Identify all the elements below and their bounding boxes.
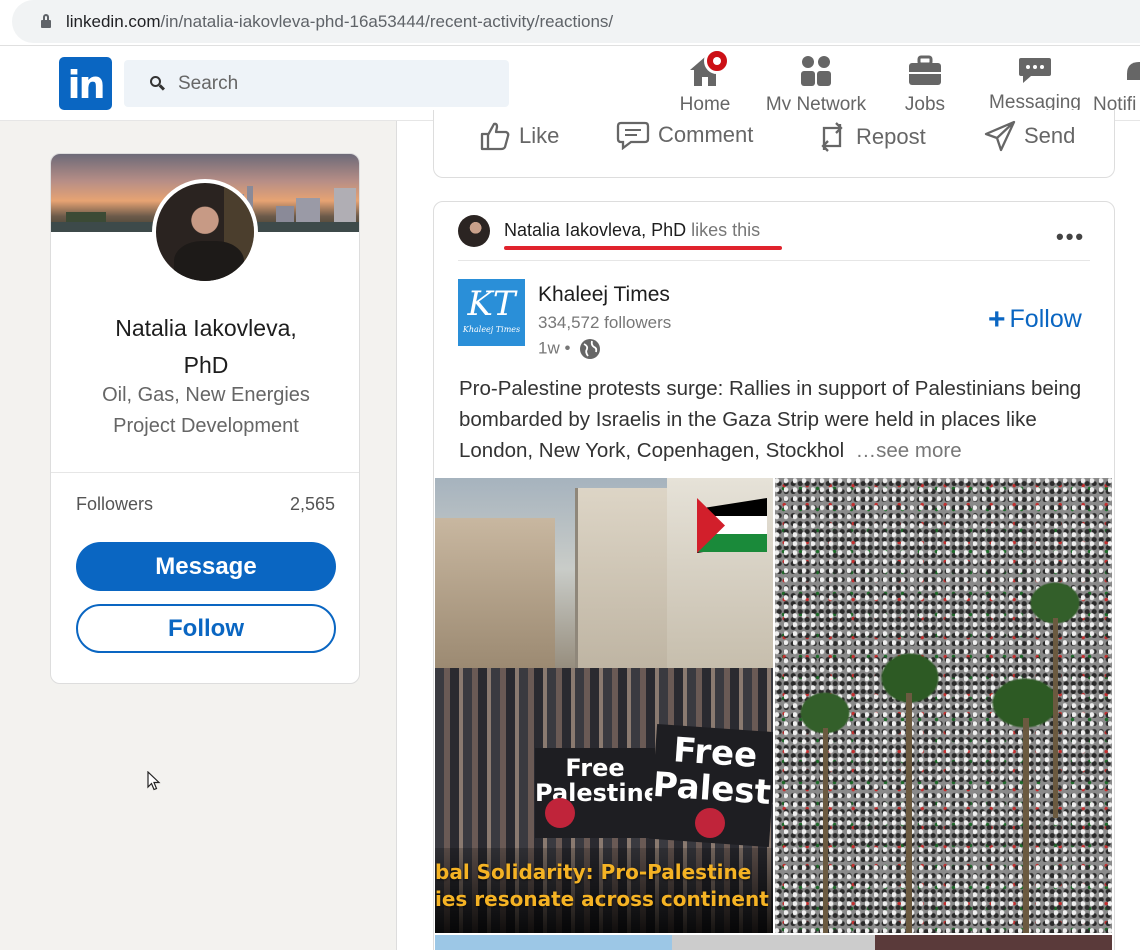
follow-button[interactable]: Follow <box>76 604 336 653</box>
post-card: Natalia Iakovleva, PhD likes this ••• KT… <box>433 201 1115 950</box>
profile-card: Natalia Iakovleva, PhD Oil, Gas, New Ene… <box>50 153 360 684</box>
profile-name[interactable]: Natalia Iakovleva, PhD <box>51 310 359 384</box>
search-box[interactable] <box>124 60 509 107</box>
notification-badge <box>704 48 730 74</box>
org-logo[interactable]: KT Khaleej Times <box>458 279 525 346</box>
linkedin-logo[interactable]: in <box>59 57 112 110</box>
org-name[interactable]: Khaleej Times <box>538 283 670 307</box>
reaction-header: Natalia Iakovleva, PhD likes this <box>504 220 760 241</box>
nav-item-jobs[interactable]: Jobs <box>900 54 950 116</box>
followers-label: Followers <box>76 494 154 514</box>
more-options-icon[interactable]: ••• <box>1056 224 1085 250</box>
avatar[interactable] <box>152 179 258 285</box>
org-followers: 334,572 followers <box>538 313 672 332</box>
like-button[interactable]: Like <box>479 120 559 152</box>
repost-icon <box>821 122 843 152</box>
nav-item-my-network[interactable]: My Network <box>764 54 868 116</box>
send-icon <box>984 120 1016 152</box>
home-icon <box>685 48 730 90</box>
mouse-cursor-icon <box>147 771 161 791</box>
repost-button[interactable]: Repost <box>816 120 926 154</box>
search-input[interactable] <box>178 70 478 98</box>
post-age: 1w • <box>538 338 601 360</box>
url-text[interactable]: linkedin.com/in/natalia-iakovleva-phd-16… <box>66 12 613 32</box>
comment-icon <box>616 121 650 150</box>
image-caption-line2: ies resonate across continent <box>435 887 769 911</box>
chat-icon <box>1017 54 1053 88</box>
divider <box>51 472 359 473</box>
nav-item-messaging[interactable]: Messaging <box>989 54 1081 114</box>
see-more-link[interactable]: …see more <box>856 439 962 462</box>
reaction-text: likes this <box>691 220 761 240</box>
post-image-crowd-aerial[interactable] <box>775 478 1112 933</box>
image-caption-line1: bal Solidarity: Pro-Palestine <box>435 860 752 884</box>
message-button[interactable]: Message <box>76 542 336 591</box>
bell-icon <box>1123 54 1140 90</box>
send-button[interactable]: Send <box>984 120 1075 152</box>
lock-icon <box>40 14 52 28</box>
post-text: Pro-Palestine protests surge: Rallies in… <box>459 377 1082 462</box>
network-icon <box>798 54 834 90</box>
previous-post-actions: Like Comment Repost Send <box>433 110 1115 178</box>
follow-org-button[interactable]: + Follow <box>988 303 1082 337</box>
browser-address-bar: linkedin.com/in/natalia-iakovleva-phd-16… <box>0 0 1140 46</box>
divider <box>458 260 1090 261</box>
comment-button[interactable]: Comment <box>616 120 753 150</box>
reactor-name[interactable]: Natalia Iakovleva, PhD <box>504 220 686 240</box>
post-image-strip[interactable] <box>435 935 1112 950</box>
followers-count: 2,565 <box>289 494 335 514</box>
reactor-avatar[interactable] <box>458 215 490 247</box>
nav-item-home[interactable]: Home <box>674 48 736 116</box>
red-underline-annotation <box>504 246 782 250</box>
thumbs-up-icon <box>480 122 510 151</box>
profile-headline: Oil, Gas, New Energies Project Developme… <box>102 384 310 437</box>
globe-icon <box>580 339 601 359</box>
post-image-london-protest[interactable]: Free Palestine Free Palestin bal Solidar… <box>435 478 773 933</box>
url-field[interactable]: linkedin.com/in/natalia-iakovleva-phd-16… <box>12 0 1140 43</box>
search-icon <box>150 76 166 91</box>
briefcase-icon <box>907 54 943 90</box>
nav-item-notifications[interactable]: Notifi <box>1093 54 1140 116</box>
